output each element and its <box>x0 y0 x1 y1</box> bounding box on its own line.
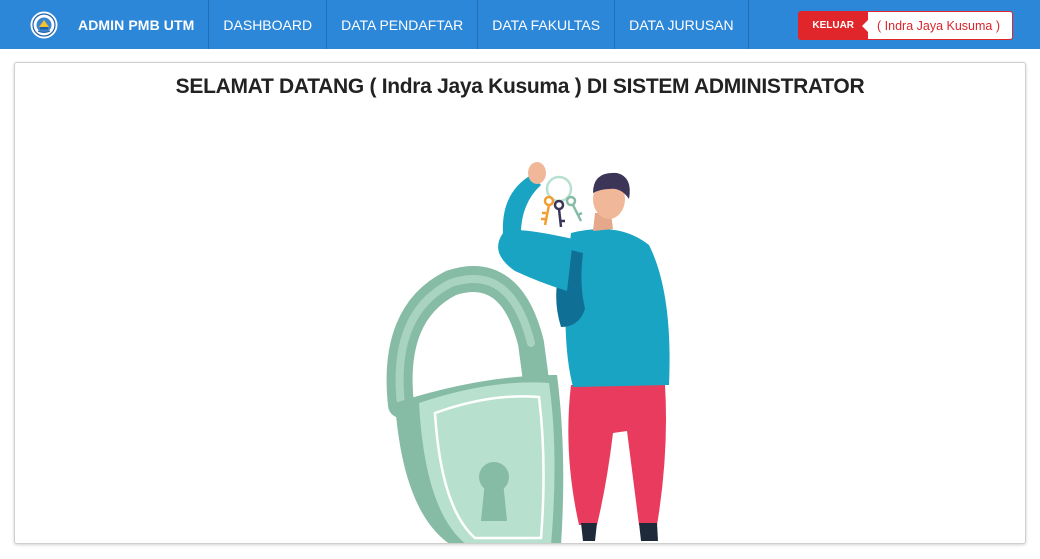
welcome-title: SELAMAT DATANG ( Indra Jaya Kusuma ) DI … <box>175 75 865 98</box>
nav-data-jurusan[interactable]: DATA JURUSAN <box>615 0 749 49</box>
nav-dashboard[interactable]: DASHBOARD <box>209 0 328 49</box>
welcome-panel: SELAMAT DATANG ( Indra Jaya Kusuma ) DI … <box>14 62 1026 544</box>
top-navbar: ADMIN PMB UTM DASHBOARD DATA PENDAFTAR D… <box>0 0 1040 49</box>
user-name-badge: ( Indra Jaya Kusuma ) <box>862 11 1013 40</box>
logout-button[interactable]: KELUAR <box>798 11 869 40</box>
university-logo-icon <box>30 11 58 38</box>
keys-icon <box>541 195 583 228</box>
brand-title: ADMIN PMB UTM <box>78 16 195 33</box>
nav-data-fakultas[interactable]: DATA FAKULTAS <box>478 0 616 49</box>
brand[interactable]: ADMIN PMB UTM <box>0 0 210 49</box>
nav-data-pendaftar[interactable]: DATA PENDAFTAR <box>327 0 479 49</box>
user-controls: KELUAR ( Indra Jaya Kusuma ) <box>798 11 1013 40</box>
padlock-keys-illustration <box>386 162 670 543</box>
